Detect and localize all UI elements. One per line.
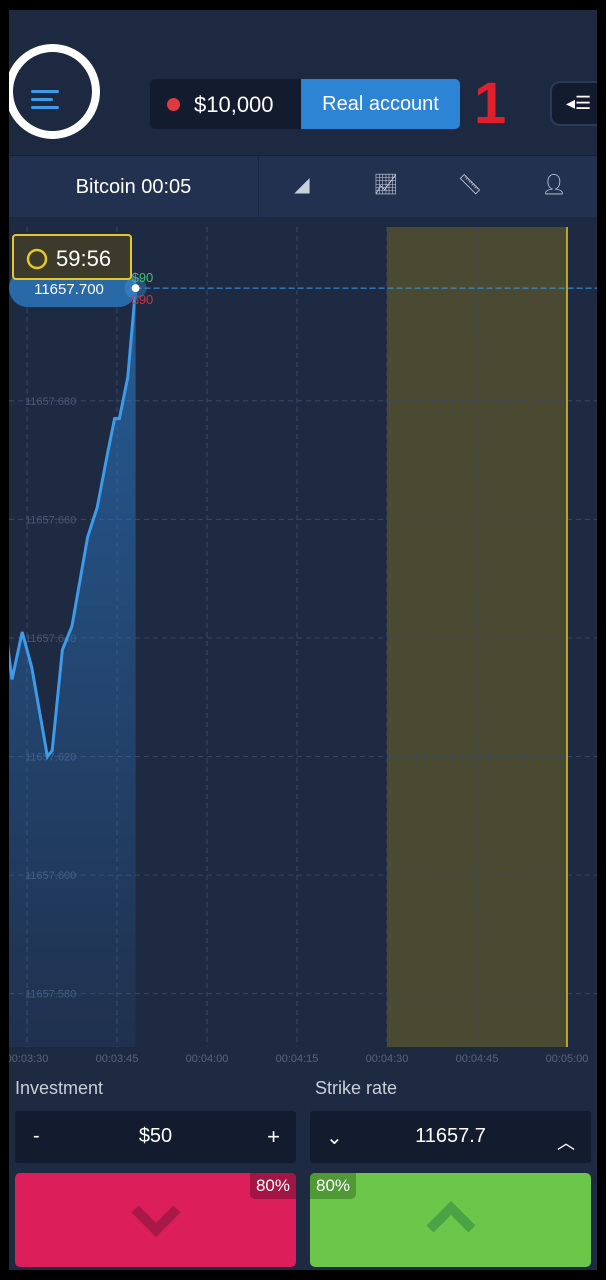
x-tick-label: 00:04:15 — [276, 1053, 319, 1065]
investment-label: Investment — [15, 1078, 104, 1098]
payout-up: $90 — [132, 270, 154, 285]
strike-rate-label: Strike rate — [315, 1078, 398, 1098]
down-button[interactable]: 80% — [15, 1173, 296, 1267]
timer: 59:56 — [56, 246, 111, 271]
current-price: 11657.700 — [34, 281, 104, 298]
balance: $10,000 — [194, 92, 274, 117]
payout-down: $90 — [132, 292, 154, 307]
up-button[interactable]: 80% — [310, 1173, 591, 1267]
side-panel-button[interactable]: ◂☰ — [550, 81, 597, 126]
app: $10,000 Real account 1 ◂☰ Bitcoin 00:05 … — [9, 10, 597, 1270]
account-type-button[interactable]: Real account — [301, 79, 460, 129]
live-dot-icon — [167, 98, 180, 111]
investment-stepper[interactable]: - $50 + — [15, 1111, 296, 1163]
asset-selector[interactable]: Bitcoin 00:05 — [9, 156, 259, 218]
annotation-number: 1 — [474, 71, 507, 136]
x-tick-label: 00:04:00 — [186, 1053, 229, 1065]
ruler-icon[interactable]: 📏︎ — [455, 172, 485, 202]
investment-value[interactable]: $50 — [15, 1125, 296, 1148]
strike-rate-stepper[interactable]: ⌄ 11657.7 ︿ — [310, 1111, 591, 1163]
arrow-up-icon — [426, 1201, 476, 1233]
arrow-down-icon — [131, 1205, 181, 1237]
toolbar: Bitcoin 00:05 ◢ 📈︎ 📏︎ 👤︎ — [9, 155, 597, 218]
strike-rate-value[interactable]: 11657.7 — [310, 1125, 591, 1148]
down-payout: 80% — [249, 1173, 296, 1199]
balance-selector[interactable]: $10,000 Real account — [150, 79, 460, 129]
menu-button[interactable] — [9, 44, 100, 139]
y-tick-label: 11657.680 — [25, 396, 76, 408]
area-chart-icon[interactable]: ◢ — [287, 172, 317, 202]
list-icon: ◂☰ — [566, 93, 592, 113]
chevron-up-icon[interactable]: ︿ — [557, 1129, 575, 1155]
x-tick-label: 00:03:45 — [96, 1053, 139, 1065]
x-tick-label: 00:04:30 — [366, 1053, 409, 1065]
price-dot — [131, 284, 140, 293]
menu-icon — [31, 90, 59, 93]
up-payout: 80% — [310, 1173, 357, 1199]
increase-button[interactable]: + — [267, 1124, 280, 1150]
x-tick-label: 00:04:45 — [456, 1053, 499, 1065]
menu-icon-line — [31, 98, 53, 101]
indicators-icon[interactable]: 📈︎ — [371, 172, 401, 202]
x-tick-label: 00:05:00 — [546, 1053, 589, 1065]
header: $10,000 Real account 1 ◂☰ — [9, 10, 597, 155]
y-tick-label: 11657.660 — [25, 514, 76, 526]
menu-icon-line — [31, 106, 59, 109]
price-chart[interactable]: 11657.68011657.66011657.64011657.6201165… — [9, 217, 597, 1067]
x-tick-label: 00:03:30 — [9, 1053, 48, 1065]
add-friend-icon[interactable]: 👤︎ — [539, 172, 569, 202]
